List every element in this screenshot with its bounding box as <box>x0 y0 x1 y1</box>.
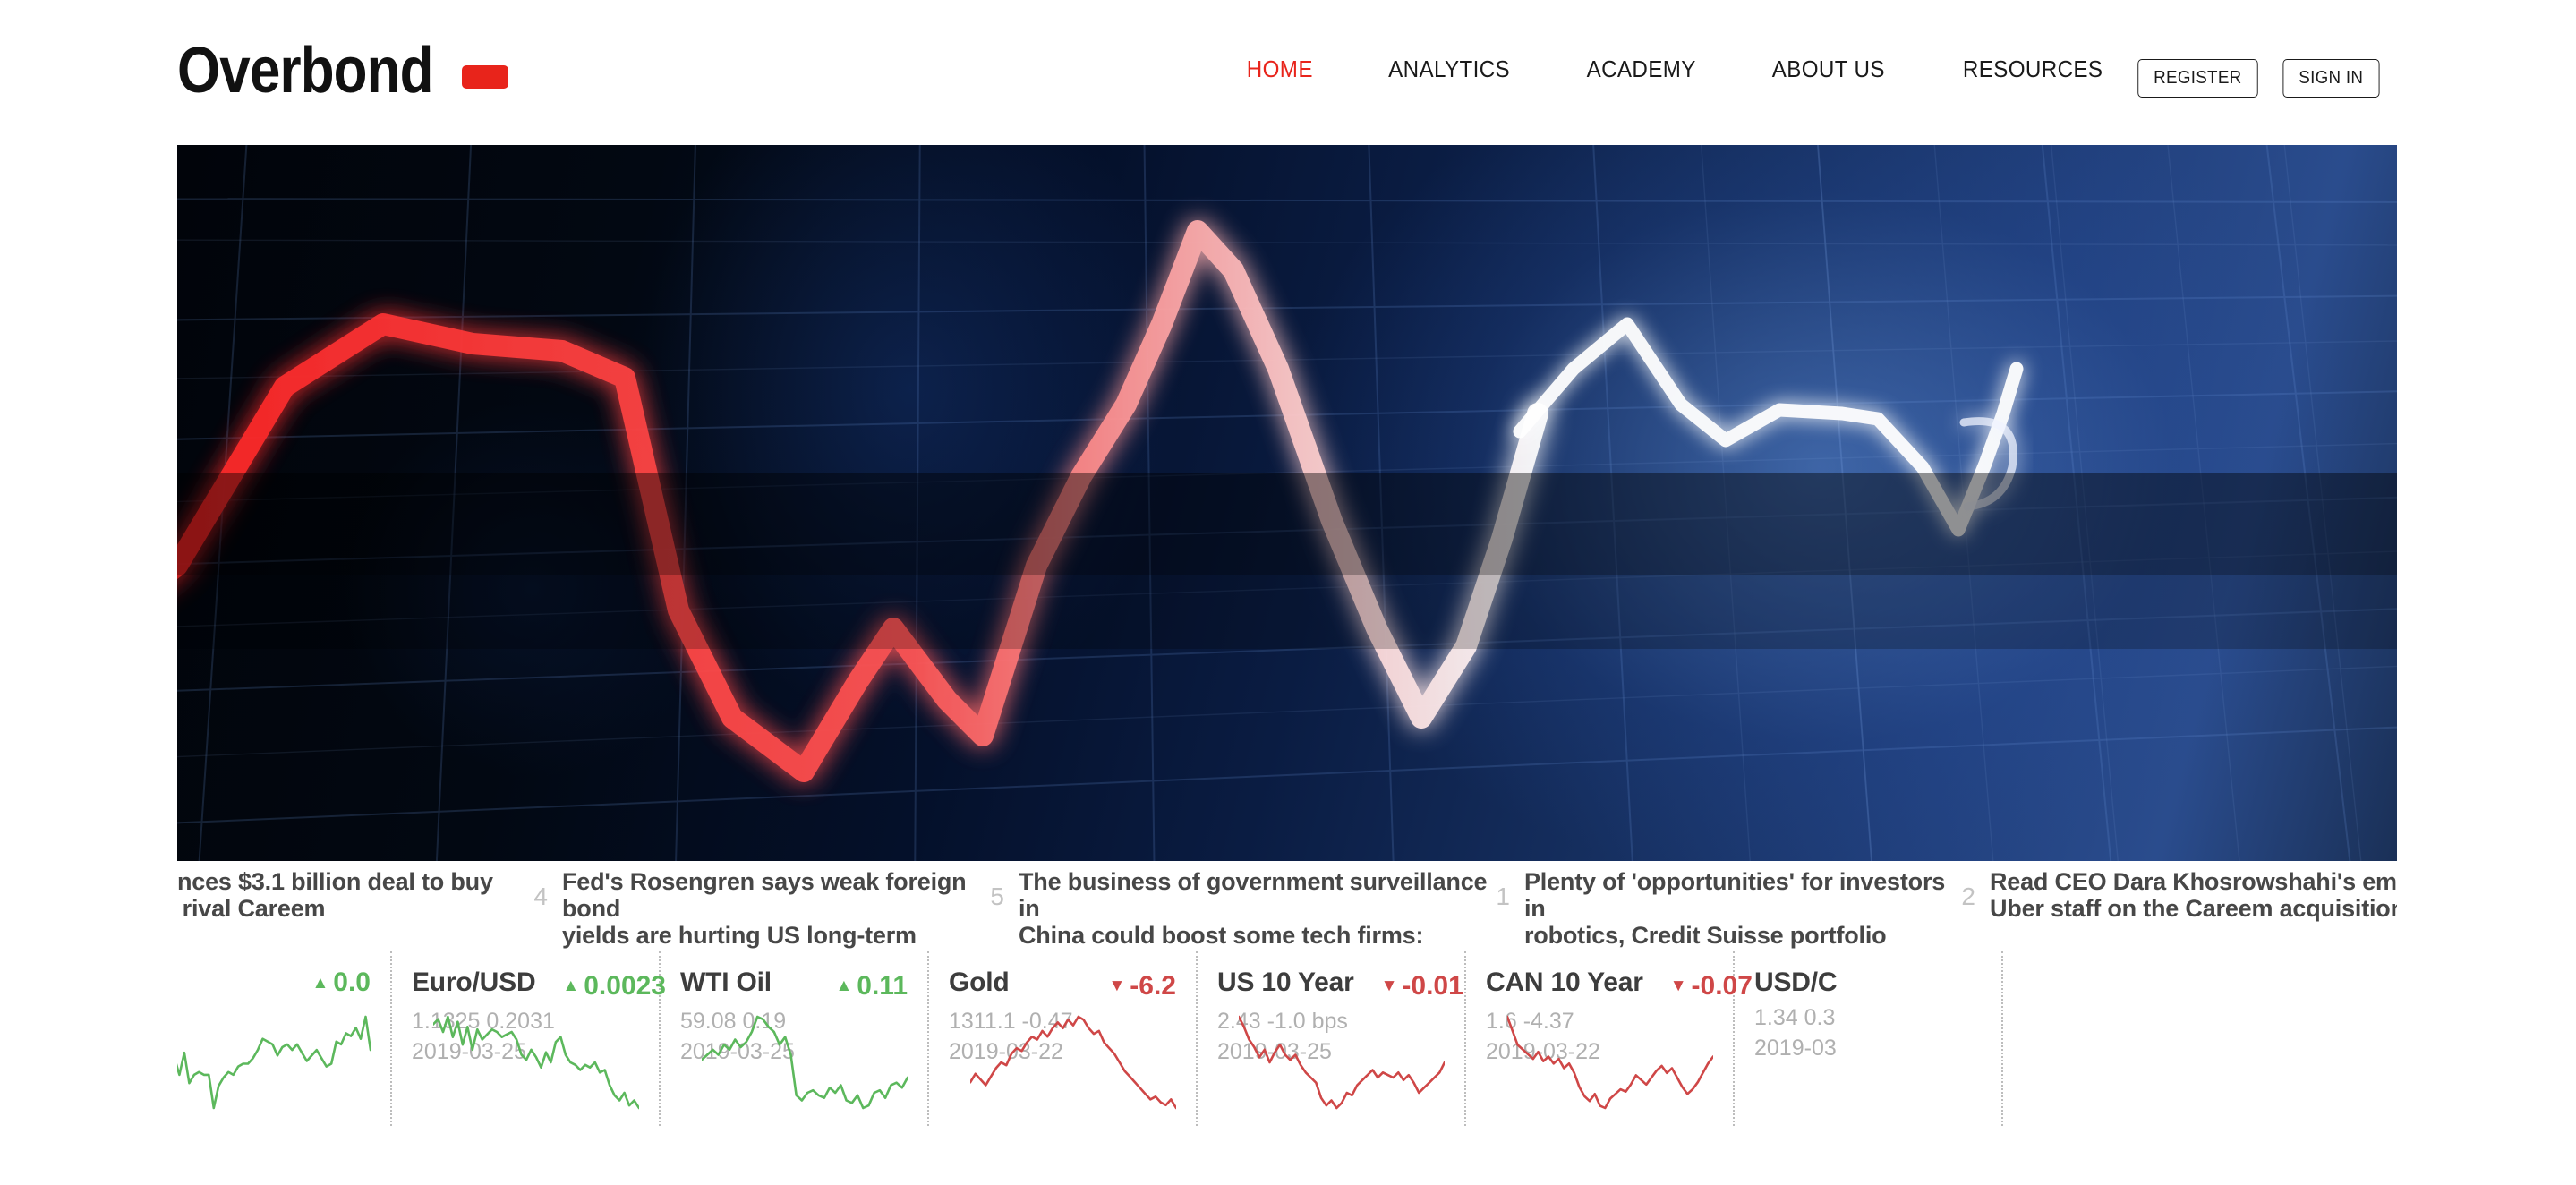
header-actions: REGISTER SIGN IN <box>2134 59 2382 98</box>
news-headline-text: Read CEO Dara Khosrowshahi's ema Uber sta… <box>1990 868 2397 923</box>
arrow-up-icon: ▲ <box>562 976 580 995</box>
ticker-symbol-label: US 10 Year <box>1217 968 1354 997</box>
ticker-symbol-label: CAN 10 Year <box>1486 968 1643 997</box>
sparkline-chart-icon <box>433 1015 639 1110</box>
site-header: Overbond HOME ANALYTICS ACADEMY ABOUT US… <box>0 0 2576 145</box>
sparkline-chart-icon <box>177 1015 371 1110</box>
nav-item-analytics[interactable]: ANALYTICS <box>1356 55 1541 83</box>
ticker-change-value: ▲ 0.0 <box>311 968 371 998</box>
logo[interactable]: Overbond <box>177 35 509 107</box>
news-rank-number: 1 <box>1496 882 1510 910</box>
ticker-symbol-label: Euro/USD <box>412 968 536 997</box>
register-button[interactable]: REGISTER <box>2137 59 2258 98</box>
ticker-change-number: 0.11 <box>857 970 908 1001</box>
ticker-card[interactable]: ▲ 0.0 <box>177 951 392 1126</box>
news-headline-item[interactable]: 1 Plenty of 'opportunities' for investors… <box>1490 861 1956 951</box>
logo-mark-icon <box>462 65 509 89</box>
news-headline-text: The business of government surveillance … <box>1019 868 1488 951</box>
ticker-card[interactable]: Gold ▼ -6.2 1311.1 -0.47 2019-03-22 <box>929 951 1198 1126</box>
news-rank-number: 5 <box>990 882 1004 910</box>
ticker-symbol-label: Gold <box>949 968 1010 997</box>
main-navigation: HOME ANALYTICS ACADEMY ABOUT US RESOURCE… <box>1210 55 2142 83</box>
sign-in-button[interactable]: SIGN IN <box>2282 59 2379 98</box>
ticker-change-value: ▼ -0.01 <box>1381 971 1463 1002</box>
ticker-change-value: ▲ 0.11 <box>835 971 908 1002</box>
arrow-down-icon: ▼ <box>1108 976 1126 995</box>
ticker-change-number: -0.01 <box>1402 970 1463 1001</box>
ticker-card[interactable]: US 10 Year ▼ -0.01 2.43 -1.0 bps 2019-03-25 <box>1198 951 1466 1126</box>
news-headline-item[interactable]: 2 Read CEO Dara Khosrowshahi's ema Uber st… <box>1956 861 2397 922</box>
ticker-change-value: ▼ -6.2 <box>1108 971 1176 1002</box>
ticker-card[interactable]: CAN 10 Year ▼ -0.07 1.6 -4.37 2019-03-22 <box>1466 951 1753 1126</box>
hero-overlay-band-top <box>177 473 2397 575</box>
nav-item-about-us[interactable]: ABOUT US <box>1741 55 1917 83</box>
news-headline-text: Plenty of 'opportunities' for investors … <box>1524 868 1946 951</box>
hero-banner[interactable] <box>177 145 2397 861</box>
nav-item-home[interactable]: HOME <box>1215 55 1344 83</box>
ticker-symbol-label: WTI Oil <box>680 968 772 997</box>
ticker-change-number: -6.2 <box>1130 970 1176 1001</box>
market-ticker-bar: ▲ 0.0 Euro/USD ▲ 0.0023 1.1325 0.2031 2019-03-… <box>177 951 2397 1130</box>
news-headline-text: Fed's Rosengren says weak foreign bond yi… <box>562 868 967 951</box>
ticker-change-number: 0.0 <box>333 968 371 997</box>
ticker-date-label: 2019-03 <box>1754 1036 1837 1061</box>
ticker-price-line: 1.34 0.3 <box>1754 1005 1836 1030</box>
hero-overlay-band-bottom <box>177 575 2397 649</box>
arrow-down-icon: ▼ <box>1380 976 1398 995</box>
arrow-down-icon: ▼ <box>1669 976 1687 995</box>
ticker-card[interactable]: WTI Oil ▲ 0.11 59.08 0.19 2019-03-25 <box>661 951 929 1126</box>
news-headline-text: announces $3.1 billion deal to buye East… <box>177 868 493 923</box>
logo-text: Overbond <box>177 35 433 107</box>
nav-item-academy[interactable]: ACADEMY <box>1555 55 1727 83</box>
sparkline-chart-icon <box>1507 1015 1713 1110</box>
ticker-change-number: 0.0023 <box>584 970 666 1001</box>
sparkline-chart-icon <box>702 1015 908 1110</box>
ticker-card[interactable]: USD/C 1.34 0.3 2019-03 <box>1735 951 2003 1126</box>
news-headlines-strip: announces $3.1 billion deal to buye East… <box>177 861 2397 951</box>
ticker-change-value: ▲ 0.0023 <box>562 971 666 1002</box>
ticker-card[interactable]: Euro/USD ▲ 0.0023 1.1325 0.2031 2019-03-25 <box>392 951 666 1126</box>
sparkline-chart-icon <box>1239 1015 1445 1110</box>
nav-item-resources[interactable]: RESOURCES <box>1931 55 2134 83</box>
arrow-up-icon: ▲ <box>311 973 329 993</box>
news-headline-item[interactable]: 5 The business of government surveillance… <box>985 861 1490 951</box>
news-rank-number: 2 <box>1961 882 1975 910</box>
news-rank-number: 4 <box>533 882 548 910</box>
news-headline-item[interactable]: 4 Fed's Rosengren says weak foreign bond y… <box>528 861 985 951</box>
ticker-symbol-label: USD/C <box>1754 968 1838 997</box>
sparkline-chart-icon <box>970 1015 1176 1110</box>
news-headline-item[interactable]: announces $3.1 billion deal to buye East… <box>177 861 528 922</box>
arrow-up-icon: ▲ <box>835 976 853 995</box>
